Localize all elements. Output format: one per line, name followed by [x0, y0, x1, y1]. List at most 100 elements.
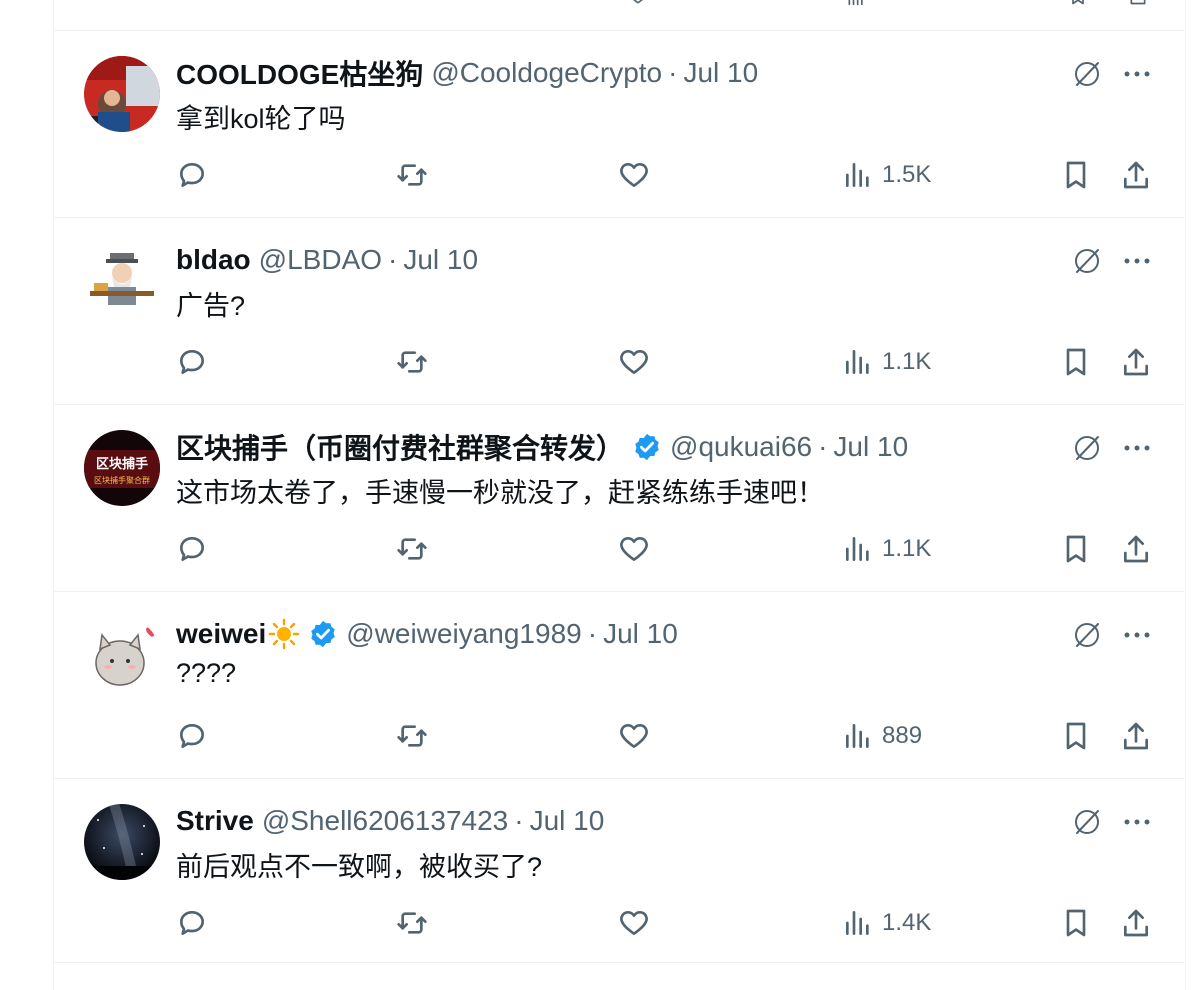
views-button[interactable]: 1.1K — [842, 344, 931, 380]
avatar[interactable] — [84, 243, 160, 319]
share-icon — [1124, 348, 1148, 376]
retweet-button[interactable] — [396, 905, 428, 941]
more-dots-icon[interactable] — [1120, 431, 1154, 465]
bookmark-icon — [1066, 348, 1086, 376]
reply-icon — [180, 911, 204, 935]
views-chart-icon — [846, 537, 869, 561]
separator: · — [818, 431, 828, 462]
bookmark-button[interactable] — [1060, 531, 1092, 567]
heart-icon — [620, 537, 648, 561]
grok-icon[interactable] — [1070, 618, 1104, 652]
retweet-icon — [397, 912, 427, 934]
tweet[interactable]: weiwei @weiweiyang1989 · Jul 10 ???? 889 — [54, 592, 1184, 778]
separator: · — [388, 244, 398, 275]
tweet-date[interactable]: Jul 10 — [833, 431, 908, 463]
more-dots-icon[interactable] — [1120, 57, 1154, 91]
like-button[interactable] — [618, 531, 650, 567]
separator: · — [514, 805, 524, 836]
tweet-date[interactable]: Jul 10 — [530, 805, 605, 837]
avatar[interactable] — [84, 56, 160, 132]
retweet-icon — [397, 538, 427, 560]
share-button[interactable] — [1120, 344, 1152, 380]
tweet[interactable]: 区块捕手 区块捕手聚合群 区块捕手（币圈付费社群聚合转发） @qukuai66 … — [54, 405, 1184, 591]
reply-button[interactable] — [176, 718, 208, 754]
bookmark-icon — [1066, 161, 1086, 189]
bookmark-button[interactable] — [1060, 344, 1092, 380]
more-dots-icon[interactable] — [1120, 618, 1154, 652]
views-chart-icon — [846, 911, 869, 935]
tweet[interactable]: Strive @Shell6206137423 · Jul 10 前后观点不一致… — [54, 779, 1184, 965]
heart-icon — [620, 163, 648, 187]
views-chart-icon — [846, 724, 869, 748]
share-icon[interactable] — [1126, 0, 1150, 6]
views-chart-icon[interactable] — [844, 0, 868, 6]
bookmark-icon[interactable] — [1066, 0, 1090, 6]
views-button[interactable]: 1.4K — [842, 905, 931, 941]
tweet-date[interactable]: Jul 10 — [683, 57, 758, 89]
avatar[interactable]: 区块捕手 区块捕手聚合群 — [84, 430, 160, 506]
reply-icon — [180, 350, 204, 374]
heart-icon — [620, 350, 648, 374]
reply-button[interactable] — [176, 905, 208, 941]
share-button[interactable] — [1120, 905, 1152, 941]
author-handle[interactable]: @Shell6206137423 — [262, 805, 508, 837]
grok-icon[interactable] — [1070, 805, 1104, 839]
tweet[interactable]: COOLDOGE枯坐狗 @CooldogeCrypto · Jul 10 拿到k… — [54, 31, 1184, 217]
views-button[interactable]: 1.5K — [842, 157, 931, 193]
retweet-button[interactable] — [396, 718, 428, 754]
bookmark-button[interactable] — [1060, 905, 1092, 941]
grok-icon[interactable] — [1070, 57, 1104, 91]
share-button[interactable] — [1120, 531, 1152, 567]
bookmark-icon — [1066, 909, 1086, 937]
retweet-button[interactable] — [396, 531, 428, 567]
author-handle[interactable]: @CooldogeCrypto — [431, 57, 662, 89]
author-name[interactable]: 区块捕手（币圈付费社群聚合转发） — [176, 427, 624, 467]
grok-icon[interactable] — [1070, 244, 1104, 278]
like-button[interactable] — [618, 718, 650, 754]
share-button[interactable] — [1120, 157, 1152, 193]
more-dots-icon[interactable] — [1120, 805, 1154, 839]
grok-icon[interactable] — [1070, 431, 1104, 465]
author-name[interactable]: Strive — [176, 805, 254, 837]
like-button[interactable] — [618, 344, 650, 380]
author-name[interactable]: bldao — [176, 244, 251, 276]
divider — [54, 962, 1184, 963]
avatar[interactable] — [84, 804, 160, 880]
reply-icon — [180, 163, 204, 187]
reply-button[interactable] — [176, 531, 208, 567]
sun-emoji-icon — [268, 618, 300, 650]
reply-button[interactable] — [176, 344, 208, 380]
avatar-title: 区块捕手 — [96, 456, 148, 472]
retweet-icon — [397, 725, 427, 747]
avatar-subtitle: 区块捕手聚合群 — [94, 475, 150, 485]
author-handle[interactable]: @weiweiyang1989 — [346, 618, 581, 650]
bookmark-button[interactable] — [1060, 157, 1092, 193]
share-icon — [1124, 535, 1148, 563]
retweet-button[interactable] — [396, 344, 428, 380]
share-button[interactable] — [1120, 718, 1152, 754]
author-name[interactable]: weiwei — [176, 618, 266, 650]
author-name[interactable]: COOLDOGE枯坐狗 — [176, 53, 423, 93]
reply-icon — [180, 537, 204, 561]
reply-button[interactable] — [176, 157, 208, 193]
share-icon — [1124, 909, 1148, 937]
views-button[interactable]: 889 — [842, 718, 922, 754]
bookmark-button[interactable] — [1060, 718, 1092, 754]
author-handle[interactable]: @LBDAO — [259, 244, 382, 276]
like-button[interactable] — [618, 157, 650, 193]
views-count: 1.1K — [882, 348, 932, 375]
retweet-button[interactable] — [396, 157, 428, 193]
tweet-date[interactable]: Jul 10 — [403, 244, 478, 276]
tweet-date[interactable]: Jul 10 — [603, 618, 678, 650]
bookmark-icon — [1066, 722, 1086, 750]
heart-icon — [620, 911, 648, 935]
like-button[interactable] — [618, 905, 650, 941]
share-icon — [1124, 722, 1148, 750]
views-count: 1.5K — [882, 161, 932, 188]
tweet[interactable]: bldao @LBDAO · Jul 10 广告? 1.1K — [54, 218, 1184, 404]
heart-icon[interactable] — [628, 0, 648, 6]
avatar[interactable] — [84, 617, 160, 693]
views-button[interactable]: 1.1K — [842, 531, 931, 567]
author-handle[interactable]: @qukuai66 — [670, 431, 812, 463]
more-dots-icon[interactable] — [1120, 244, 1154, 278]
